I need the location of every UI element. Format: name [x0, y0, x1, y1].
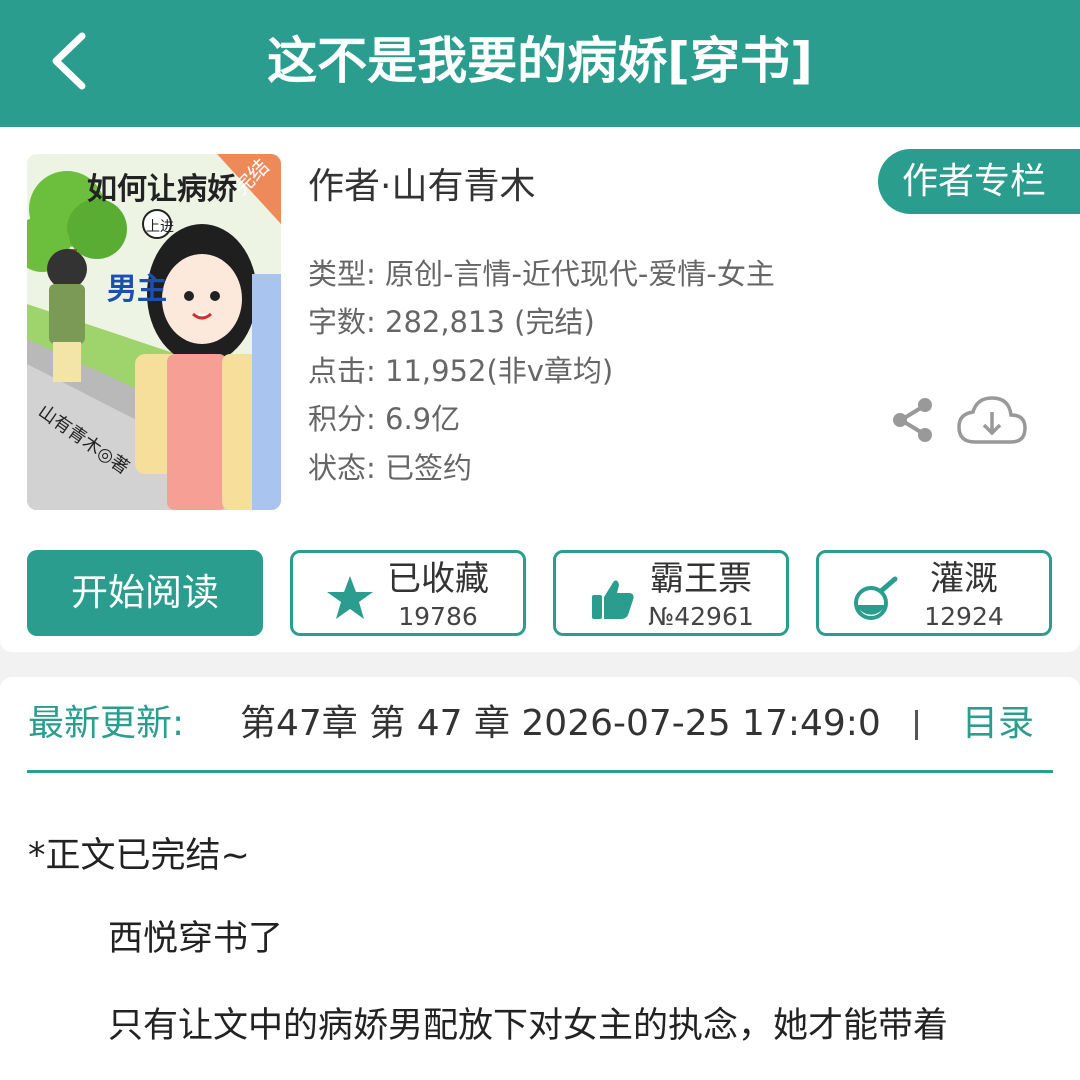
meta-word-count: 字数: 282,813 (完结) — [308, 305, 595, 339]
divider — [915, 710, 918, 740]
latest-update-bar: 最新更新: 第47章 第 47 章 2026-07-25 17:49:0 目录 — [0, 677, 1080, 799]
collect-count: 19786 — [398, 602, 478, 631]
cover-title: 如何让病娇 — [87, 172, 238, 207]
author-column-button[interactable]: 作者专栏 — [878, 149, 1080, 214]
table-of-contents-link[interactable]: 目录 — [962, 699, 1034, 749]
water-label: 灌溉 — [930, 559, 998, 599]
latest-update-label: 最新更新: — [28, 703, 185, 744]
water-button[interactable]: 灌溉 12924 — [816, 550, 1052, 636]
meta-score: 积分: 6.9亿 — [308, 402, 461, 436]
vote-button[interactable]: 霸王票 №42961 — [553, 550, 789, 636]
book-info-card: 完结 如何让病娇 上进 男主 山有青木◎著 作者·山有青木 作者专栏 类型: 原… — [0, 127, 1080, 652]
meta-status: 状态: 已签约 — [308, 451, 472, 485]
water-count: 12924 — [924, 602, 1004, 631]
top-bar: 这不是我要的病娇[穿书] — [0, 0, 1080, 127]
book-cover[interactable]: 完结 如何让病娇 上进 男主 山有青木◎著 — [27, 154, 281, 510]
synopsis-line: 西悦穿书了 — [108, 919, 284, 959]
author-line[interactable]: 作者·山有青木 — [308, 162, 535, 212]
synopsis-line: 只有让文中的病娇男配放下对女主的执念，她才能带着 — [108, 1006, 949, 1046]
collect-button[interactable]: 已收藏 19786 — [290, 550, 526, 636]
share-icon[interactable] — [890, 397, 936, 443]
page-title: 这不是我要的病娇[穿书] — [267, 32, 813, 90]
collect-label: 已收藏 — [387, 559, 489, 599]
meta-clicks: 点击: 11,952(非v章均) — [308, 354, 614, 388]
cover-tag: 男主 — [107, 272, 167, 307]
back-arrow-icon[interactable] — [44, 30, 104, 92]
vote-rank: №42961 — [648, 602, 754, 631]
cover-volume: 上进 — [146, 219, 174, 235]
underline-divider — [27, 770, 1053, 773]
start-reading-button[interactable]: 开始阅读 — [27, 550, 263, 636]
meta-genre: 类型: 原创-言情-近代现代-爱情-女主 — [308, 257, 775, 291]
synopsis-line: *正文已完结~ — [28, 836, 250, 876]
vote-label: 霸王票 — [650, 559, 752, 599]
synopsis: *正文已完结~ 西悦穿书了 只有让文中的病娇男配放下对女主的执念，她才能带着 — [0, 799, 1080, 1080]
latest-chapter-link[interactable]: 第47章 第 47 章 2026-07-25 17:49:0 — [240, 699, 930, 749]
cloud-download-icon[interactable] — [955, 392, 1029, 450]
